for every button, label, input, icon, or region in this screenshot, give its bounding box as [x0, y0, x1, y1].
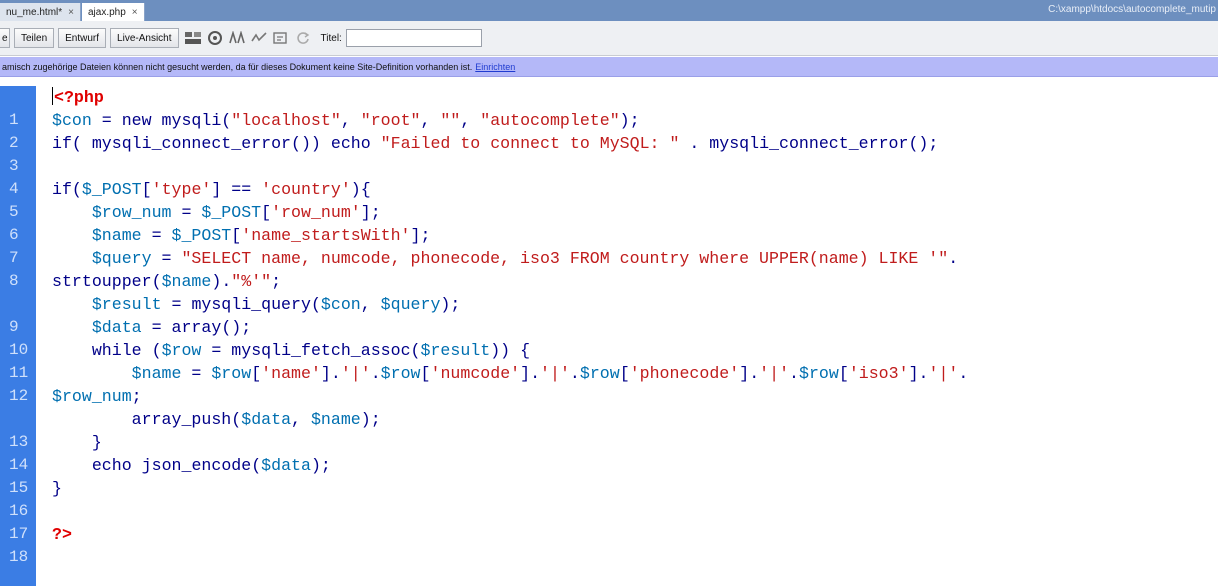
title-input[interactable] [345, 29, 482, 47]
code-line: $row_num; [52, 387, 142, 406]
text-cursor [52, 87, 53, 105]
code-line: 13 array_push($data, $name); [0, 408, 1218, 451]
close-icon[interactable]: × [68, 7, 74, 18]
close-icon[interactable]: × [132, 7, 138, 18]
code-line: 12 $name = $row['name'].'|'.$row['numcod… [0, 362, 1218, 405]
refresh-icon[interactable] [293, 28, 313, 48]
setup-link[interactable]: Einrichten [475, 62, 515, 72]
code-view-button[interactable]: e [0, 28, 10, 48]
file-management-icon[interactable] [227, 28, 247, 48]
code-line: 6 $row_num = $_POST['row_num']; [0, 201, 1218, 244]
tab-ajax-php[interactable]: ajax.php × [81, 3, 145, 21]
code-line: 3 if( mysqli_connect_error()) echo "Fail… [0, 132, 1218, 175]
tab-menu-html[interactable]: nu_me.html* × [0, 3, 81, 21]
live-view-button[interactable]: Live-Ansicht [110, 28, 179, 48]
code-line: 9 $result = mysqli_query($con, $query); [0, 293, 1218, 336]
code-line: 11 while ($row = mysqli_fetch_assoc($res… [0, 339, 1218, 382]
preview-browser-icon[interactable] [205, 28, 225, 48]
code-editor[interactable]: 1 <?php 2 $con = new mysqli("localhost",… [0, 86, 1218, 586]
split-view-button[interactable]: Teilen [14, 28, 55, 48]
tab-label: nu_me.html* [6, 6, 63, 18]
code-line: 10 $data = array(); [0, 316, 1218, 359]
document-tab-bar: nu_me.html* × ajax.php × C:\xampp\htdocs… [0, 0, 1218, 21]
code-line: 18 ?> [0, 523, 1218, 566]
code-line: 17 [0, 500, 1218, 543]
code-line: strtoupper($name)."%'"; [52, 272, 282, 291]
design-view-button[interactable]: Entwurf [58, 28, 107, 48]
file-path: C:\xampp\htdocs\autocomplete_mutip [1048, 4, 1216, 15]
document-toolbar: e Teilen Entwurf Live-Ansicht Titel: [0, 21, 1218, 56]
code-line: 5 if($_POST['type'] == 'country'){ [0, 178, 1218, 221]
code-lines: 1 <?php 2 $con = new mysqli("localhost",… [0, 86, 1218, 566]
title-label: Titel: [320, 32, 342, 44]
tab-label: ajax.php [87, 6, 126, 18]
info-bar: amisch zugehörige Dateien können nicht g… [0, 57, 1218, 77]
code-line: 7 $name = $_POST['name_startsWith']; [0, 224, 1218, 267]
info-message: amisch zugehörige Dateien können nicht g… [2, 61, 473, 72]
multiscreen-icon[interactable] [183, 28, 203, 48]
code-line: 8 $query = "SELECT name, numcode, phonec… [0, 247, 1218, 290]
code-line: 4 [0, 155, 1218, 198]
code-line: 2 $con = new mysqli("localhost", "root",… [0, 109, 1218, 152]
code-line: 16 } [0, 477, 1218, 520]
code-line: 1 <?php [0, 86, 1218, 129]
browser-check-icon[interactable] [249, 28, 269, 48]
code-line: 14 } [0, 431, 1218, 474]
code-line: 15 echo json_encode($data); [0, 454, 1218, 497]
line-number: 18 [9, 548, 29, 566]
visual-aids-icon[interactable] [271, 28, 291, 48]
